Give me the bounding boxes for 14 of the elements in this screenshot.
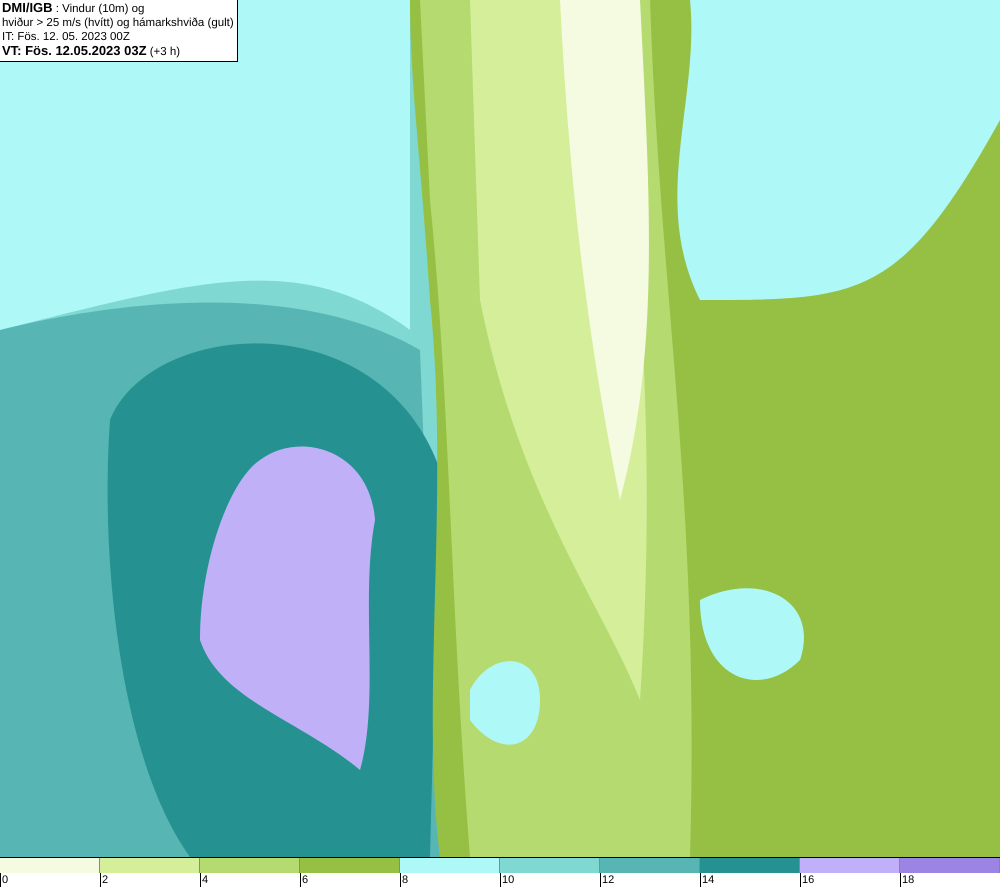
map-caption-line: hviður > 25 m/s (hvítt) og hámarkshviða (gult): [2, 16, 234, 30]
legend-tick-label: 14: [702, 873, 714, 887]
legend-tick-label: 2: [102, 873, 108, 887]
legend-tick-label: 0: [2, 873, 8, 887]
legend-tick-label: 8: [402, 873, 408, 887]
map-caption-line: IT: Fös. 12. 05. 2023 00Z: [2, 30, 131, 44]
legend-tick-label: 10: [502, 873, 514, 887]
legend-tick-label: 12: [602, 873, 614, 887]
legend-tick-label: 16: [802, 873, 814, 887]
map-caption-line: VT: Fös. 12.05.2023 03Z (+3 h): [2, 44, 182, 59]
map-caption-line: DMI/IGB : Vindur (10m) og: [2, 1, 146, 16]
legend-tick-label: 18: [902, 873, 914, 887]
legend-tick-label: 6: [302, 873, 308, 887]
legend-tick-label: 4: [202, 873, 208, 887]
